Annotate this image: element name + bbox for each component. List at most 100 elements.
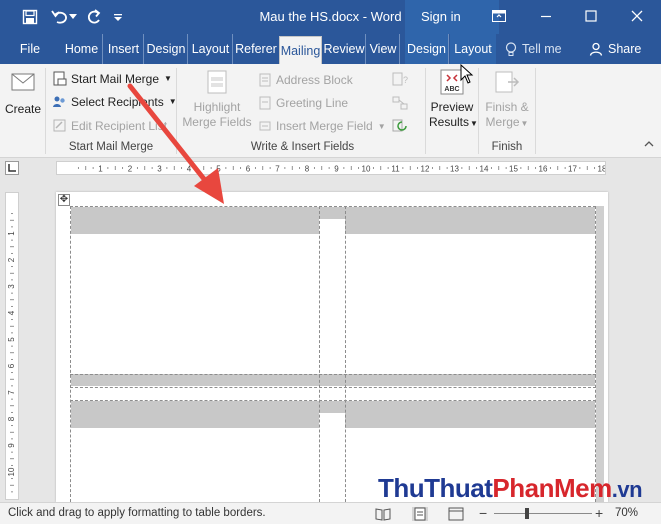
tab-home[interactable]: Home xyxy=(61,34,103,64)
ruler-label: 5 xyxy=(216,165,221,174)
table-cell-header[interactable] xyxy=(71,207,319,234)
ruler-label: 7 xyxy=(275,165,280,174)
sign-in-link[interactable]: Sign in xyxy=(421,9,461,24)
tab-table-layout[interactable]: Layout xyxy=(450,34,496,64)
start-mail-merge-group-label: Start Mail Merge xyxy=(68,141,154,153)
ruler-label: 9 xyxy=(334,165,339,174)
edit-recipient-list-label: Edit Recipient List xyxy=(71,118,168,133)
envelope-create-icon xyxy=(9,68,37,96)
read-mode-icon[interactable] xyxy=(375,507,391,521)
tab-mailings[interactable]: Mailing xyxy=(279,36,322,64)
horizontal-ruler[interactable]: 1 2 3 4 5 6 7 8 9 10 11 12 13 14 15 16 17 18 xyxy=(56,161,606,175)
preview-label-2: Results▼ xyxy=(429,115,478,129)
share-button[interactable]: Share xyxy=(583,36,647,62)
ruler-label: 2 xyxy=(128,165,133,174)
table-cell-divider-row[interactable] xyxy=(71,374,595,386)
ruler-label: 10 xyxy=(362,165,371,174)
collapse-ribbon-icon[interactable] xyxy=(644,140,654,148)
rules-icon[interactable]: ? xyxy=(392,72,408,86)
ruler-label: 11 xyxy=(391,165,400,174)
update-labels-icon[interactable] xyxy=(392,119,408,133)
svg-text:?: ? xyxy=(403,75,408,85)
create-button[interactable]: Create xyxy=(4,68,42,117)
tab-design[interactable]: Design xyxy=(145,34,188,64)
chevron-down-icon: ▼ xyxy=(164,74,172,83)
edit-recipient-list-button[interactable]: Edit Recipient List xyxy=(52,118,167,133)
insert-field-icon xyxy=(258,119,272,133)
title-bar: Mau the HS.docx - Word Sign in xyxy=(0,0,661,62)
table-cell-header[interactable] xyxy=(71,401,319,428)
highlight-label-2: Merge Fields xyxy=(182,115,252,129)
save-icon[interactable] xyxy=(19,6,41,28)
horizontal-ruler-scale: 1 2 3 4 5 6 7 8 9 10 11 12 13 14 15 16 17 18 xyxy=(77,165,605,174)
zoom-out-button[interactable]: − xyxy=(479,506,491,521)
tab-table-design[interactable]: Design xyxy=(405,34,449,64)
finish-merge-button[interactable]: Finish & Merge▼ xyxy=(482,68,532,131)
redo-icon[interactable] xyxy=(83,6,105,28)
document-page[interactable] xyxy=(56,192,608,502)
select-recipients-button[interactable]: Select Recipients ▼ xyxy=(52,94,177,109)
tab-layout[interactable]: Layout xyxy=(189,34,233,64)
preview-results-button[interactable]: ABC Preview Results▼ xyxy=(429,68,478,131)
ruler-label: 6 xyxy=(7,363,16,368)
minimize-icon[interactable] xyxy=(531,3,561,29)
zoom-in-button[interactable]: + xyxy=(595,506,607,521)
ruler-bar: 1 2 3 4 5 6 7 8 9 10 11 12 13 14 15 16 17 18 xyxy=(0,158,661,178)
insert-merge-field-button[interactable]: Insert Merge Field ▼ xyxy=(258,119,386,133)
ruler-label: 6 xyxy=(246,165,251,174)
table-move-handle-icon[interactable]: ✥ xyxy=(58,194,70,206)
table-cell-header[interactable] xyxy=(345,401,595,428)
address-block-button[interactable]: Address Block xyxy=(258,73,353,87)
highlight-merge-fields-button[interactable]: Highlight Merge Fields xyxy=(182,68,252,130)
tell-me-box[interactable]: Tell me xyxy=(505,34,562,64)
greeting-line-icon xyxy=(258,96,272,110)
maximize-icon[interactable] xyxy=(576,3,606,29)
table-edge-band xyxy=(596,206,604,502)
ribbon-display-icon[interactable] xyxy=(484,3,514,29)
tab-review[interactable]: Review xyxy=(323,34,366,64)
table-gridline xyxy=(595,206,596,502)
vertical-ruler[interactable]: 1 2 3 4 5 6 7 8 9 10 xyxy=(5,192,19,500)
table-gridline xyxy=(70,387,596,388)
tab-file[interactable]: File xyxy=(13,34,47,64)
status-message: Click and drag to apply formatting to ta… xyxy=(8,507,266,519)
match-fields-icon[interactable] xyxy=(392,96,408,110)
close-icon[interactable] xyxy=(622,3,652,29)
customize-qat-icon[interactable] xyxy=(110,6,126,28)
print-layout-icon[interactable] xyxy=(412,507,428,521)
tab-insert[interactable]: Insert xyxy=(104,34,144,64)
tab-selector[interactable] xyxy=(5,161,19,175)
greeting-line-button[interactable]: Greeting Line xyxy=(258,96,348,110)
table-gridline xyxy=(345,206,346,502)
ruler-label: 3 xyxy=(7,284,16,289)
lightbulb-icon xyxy=(505,41,517,57)
table-cell-header[interactable] xyxy=(319,207,345,219)
ruler-label: 7 xyxy=(7,390,16,395)
edit-list-icon xyxy=(52,118,67,133)
web-layout-icon[interactable] xyxy=(448,507,464,521)
table-gridline xyxy=(70,206,596,207)
ruler-label: 4 xyxy=(7,310,16,315)
ruler-label: 18 xyxy=(598,165,605,174)
ruler-label: 14 xyxy=(480,165,489,174)
group-separator xyxy=(176,68,177,154)
watermark-logo: ThuThuatPhanMem.vn xyxy=(378,473,643,503)
table-cell-header[interactable] xyxy=(345,207,595,234)
ruler-label: 4 xyxy=(187,165,192,174)
ruler-label: 15 xyxy=(509,165,518,174)
finish-label-1: Finish & xyxy=(485,100,529,114)
undo-dropdown-icon[interactable] xyxy=(67,6,79,28)
tab-view[interactable]: View xyxy=(367,34,400,64)
zoom-slider-thumb[interactable] xyxy=(524,508,529,519)
start-mail-merge-button[interactable]: Start Mail Merge ▼ xyxy=(52,71,172,86)
zoom-level[interactable]: 70% xyxy=(615,507,638,519)
group-separator xyxy=(425,68,426,154)
group-separator xyxy=(478,68,479,154)
zoom-slider[interactable] xyxy=(494,513,592,514)
person-icon xyxy=(589,42,603,56)
greeting-line-label: Greeting Line xyxy=(276,96,349,110)
ruler-label: 1 xyxy=(98,165,103,174)
tab-references[interactable]: Referer xyxy=(234,34,278,64)
table-cell-header[interactable] xyxy=(319,401,345,413)
status-bar: Click and drag to apply formatting to ta… xyxy=(0,502,661,524)
